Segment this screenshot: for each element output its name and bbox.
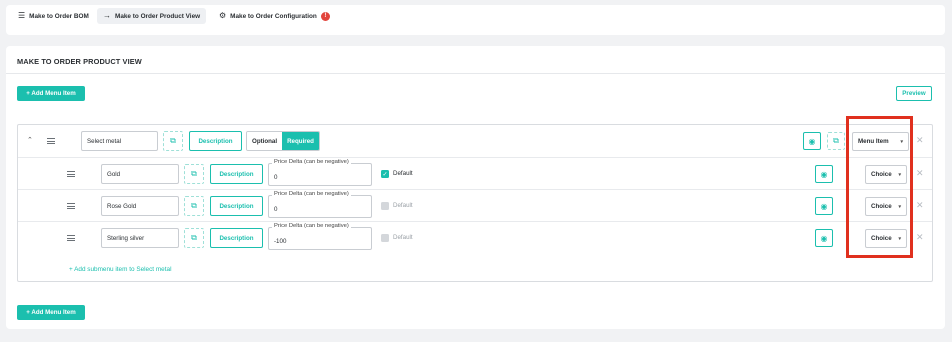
item-name-input[interactable]: Gold	[101, 164, 179, 184]
gear-icon: ⚙	[219, 11, 227, 20]
menu-name-input[interactable]: Select metal	[81, 131, 158, 151]
close-icon[interactable]: ✕	[916, 168, 924, 179]
visibility-eye-icon[interactable]: ◉	[803, 132, 821, 150]
tab-make-to-order-product-view[interactable]: → Make to Order Product View	[97, 8, 207, 24]
item-name-input[interactable]: Rose Gold	[101, 196, 179, 216]
add-submenu-item-link[interactable]: + Add submenu item to Select metal	[69, 266, 171, 273]
drag-handle-icon[interactable]	[67, 235, 75, 241]
collapse-chevron-icon[interactable]: ⌃	[27, 136, 33, 144]
default-label: Default	[393, 202, 413, 209]
drag-handle-icon[interactable]	[47, 138, 55, 144]
visibility-eye-icon[interactable]: ◉	[815, 197, 833, 215]
close-icon[interactable]: ✕	[916, 232, 924, 243]
description-button[interactable]: Description	[189, 131, 242, 151]
price-delta-value: 0	[274, 174, 278, 181]
price-delta-field[interactable]: Price Delta (can be negative) 0	[268, 191, 372, 218]
tab-label: Make to Order Configuration	[230, 12, 317, 20]
default-checkbox[interactable]	[381, 202, 389, 210]
divider	[18, 189, 932, 190]
add-menu-item-button[interactable]: + Add Menu Item	[17, 86, 85, 101]
price-delta-value: 0	[274, 206, 278, 213]
tab-make-to-order-bom[interactable]: ☰ Make to Order BOM	[12, 8, 95, 24]
warning-badge: !	[320, 11, 330, 21]
divider	[18, 157, 932, 158]
close-icon[interactable]: ✕	[916, 200, 924, 211]
highlight-annotation	[846, 116, 913, 258]
description-button[interactable]: Description	[210, 196, 263, 216]
image-upload-icon[interactable]: ⧉	[184, 228, 204, 248]
divider	[6, 73, 945, 74]
price-delta-label: Price Delta (can be negative)	[272, 191, 351, 197]
list-icon: ☰	[18, 11, 26, 20]
page-title: MAKE TO ORDER PRODUCT VIEW	[17, 57, 142, 66]
visibility-eye-icon[interactable]: ◉	[815, 229, 833, 247]
tab-label: Make to Order Product View	[115, 12, 201, 20]
preview-button[interactable]: Preview	[896, 86, 932, 101]
close-icon[interactable]: ✕	[916, 135, 924, 146]
add-menu-item-button-bottom[interactable]: + Add Menu Item	[17, 305, 85, 320]
optional-option[interactable]: Optional	[247, 132, 283, 150]
default-label: Default	[393, 170, 413, 177]
default-checkbox[interactable]	[381, 234, 389, 242]
image-upload-icon[interactable]: ⧉	[163, 131, 183, 151]
default-label: Default	[393, 234, 413, 241]
price-delta-label: Price Delta (can be negative)	[272, 223, 351, 229]
visibility-eye-icon[interactable]: ◉	[815, 165, 833, 183]
price-delta-field[interactable]: Price Delta (can be negative) 0	[268, 159, 372, 186]
item-name-input[interactable]: Sterling silver	[101, 228, 179, 248]
required-option[interactable]: Required	[282, 132, 319, 150]
image-upload-icon[interactable]: ⧉	[827, 132, 845, 150]
price-delta-value: -100	[274, 238, 287, 245]
tab-make-to-order-configuration[interactable]: ⚙ Make to Order Configuration !	[213, 8, 336, 24]
drag-handle-icon[interactable]	[67, 203, 75, 209]
tab-label: Make to Order BOM	[29, 12, 89, 20]
default-checkbox[interactable]: ✓	[381, 170, 389, 178]
arrow-right-icon: →	[103, 11, 111, 20]
requirement-toggle[interactable]: Optional Required	[246, 131, 320, 151]
image-upload-icon[interactable]: ⧉	[184, 196, 204, 216]
description-button[interactable]: Description	[210, 164, 263, 184]
price-delta-label: Price Delta (can be negative)	[272, 159, 351, 165]
image-upload-icon[interactable]: ⧉	[184, 164, 204, 184]
drag-handle-icon[interactable]	[67, 171, 75, 177]
price-delta-field[interactable]: Price Delta (can be negative) -100	[268, 223, 372, 250]
description-button[interactable]: Description	[210, 228, 263, 248]
divider	[18, 221, 932, 222]
